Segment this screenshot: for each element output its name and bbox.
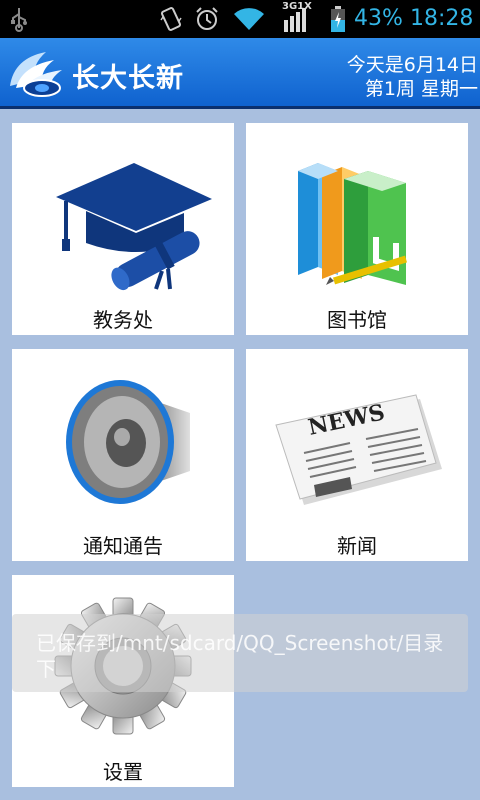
tile-notices[interactable]: 通知通告 [12, 349, 234, 561]
clock-time: 18:28 [410, 6, 474, 31]
vibrate-icon [160, 7, 182, 31]
date-label: 今天是6月14日 [346, 54, 478, 76]
tile-news[interactable]: NEWS 新闻 [246, 349, 468, 561]
week-label: 第1周 星期一 [364, 78, 478, 100]
usb-icon [11, 8, 27, 32]
battery-icon [331, 6, 345, 32]
app-title: 长大长新 [72, 63, 184, 94]
speaker-icon [66, 380, 190, 504]
wifi-icon [234, 8, 264, 30]
books-icon [298, 163, 408, 285]
tile-label: 教务处 [93, 308, 153, 332]
tile-label: 通知通告 [83, 534, 163, 558]
toast-message: 已保存到/mnt/sdcard/QQ_Screenshot/目录下 [36, 631, 444, 681]
battery-percentage: 43% [354, 6, 403, 31]
newspaper-icon: NEWS [275, 394, 442, 505]
graduation-cap-icon [56, 163, 212, 291]
tile-label: 新闻 [337, 534, 377, 558]
alarm-icon [196, 7, 218, 30]
network-type-label: 3G1X [282, 1, 312, 12]
app-header: 长大长新 今天是6月14日 第1周 星期一 [0, 38, 480, 109]
app-logo-icon [10, 52, 62, 97]
status-bar: 3G1X 43% 18:28 [0, 0, 480, 38]
tile-label: 设置 [103, 760, 143, 784]
tile-academic-affairs[interactable]: 教务处 [12, 123, 234, 335]
tile-library[interactable]: 图书馆 [246, 123, 468, 335]
toast-notification: 已保存到/mnt/sdcard/QQ_Screenshot/目录下 [12, 614, 468, 692]
tile-label: 图书馆 [327, 308, 387, 332]
